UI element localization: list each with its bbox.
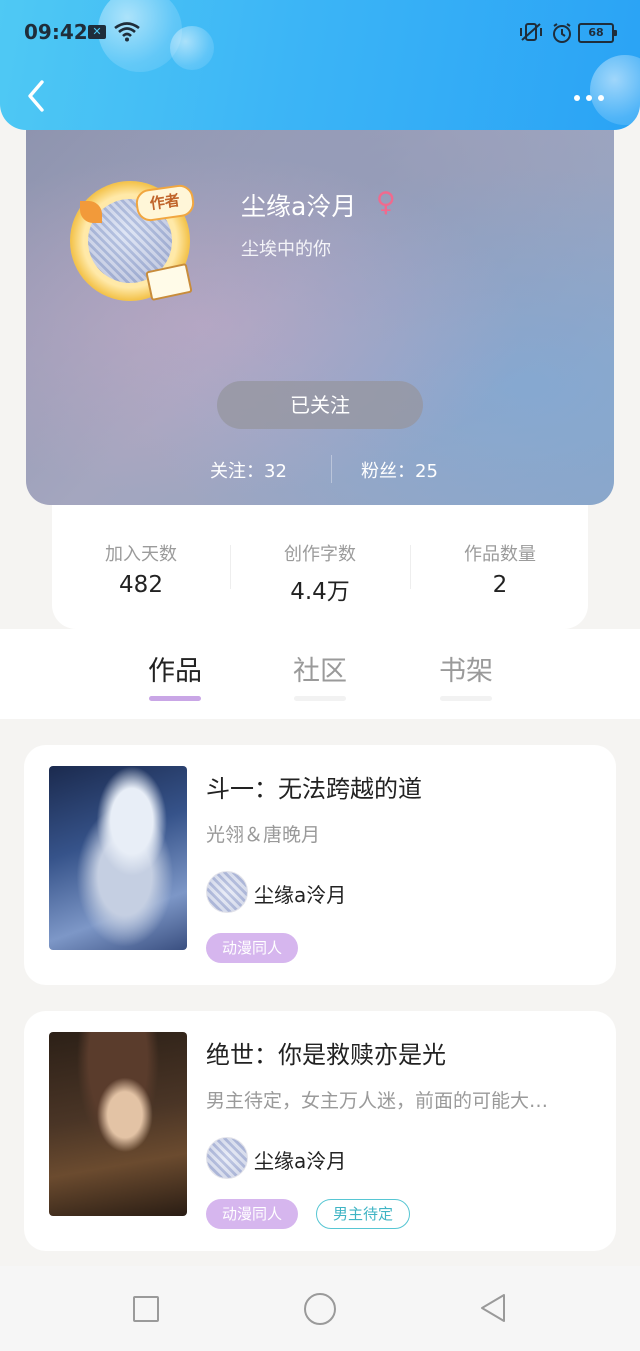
system-nav-bar (0, 1266, 640, 1351)
tab-indicator (294, 696, 346, 701)
more-options-button[interactable] (574, 86, 614, 106)
author-name: 尘缘a泠月 (254, 1149, 347, 1173)
work-card[interactable]: 绝世：你是救赎亦是光 男主待定，女主万人迷，前面的可能大… 尘缘a泠月 动漫同人… (24, 1011, 616, 1251)
nav-back-button[interactable] (478, 1292, 508, 1324)
stat-value: 2 (492, 572, 508, 598)
dot-icon (574, 95, 580, 101)
dot-icon (598, 95, 604, 101)
stat-word-count: 创作字数 4.4万 (231, 540, 409, 606)
stat-label: 创作字数 (284, 544, 356, 565)
decor-bubble (170, 26, 214, 70)
wifi-icon (114, 22, 140, 42)
battery-icon: 68 (578, 23, 617, 43)
stat-label: 作品数量 (464, 544, 536, 565)
following-count[interactable]: 关注：32 (210, 457, 287, 483)
author-avatar (206, 871, 248, 913)
decor-bubble (98, 0, 182, 72)
sim-status-icon: ✕ (88, 25, 106, 39)
work-description: 男主待定，女主万人迷，前面的可能大… (206, 1090, 549, 1112)
alarm-icon (553, 23, 571, 43)
book-cover-image[interactable] (49, 1032, 187, 1216)
status-time: 09:42 (24, 20, 88, 44)
recent-apps-button[interactable] (133, 1296, 159, 1322)
tab-indicator (440, 696, 492, 701)
author-avatar (206, 1137, 248, 1179)
work-title: 绝世：你是救赎亦是光 (206, 1041, 446, 1069)
divider (331, 455, 332, 483)
profile-card: 作者 尘缘a泠月 ♀ 尘埃中的你 已关注 关注：32 粉丝：25 (26, 105, 614, 505)
dot-icon (586, 95, 592, 101)
female-icon: ♀ (376, 187, 396, 218)
home-button[interactable] (304, 1293, 336, 1325)
stat-label: 加入天数 (105, 544, 177, 565)
stat-value: 4.4万 (290, 579, 350, 605)
fans-count[interactable]: 粉丝：25 (361, 457, 438, 483)
tab-works[interactable]: 作品 (125, 649, 225, 688)
top-header: 09:42 ✕ 68 (0, 0, 640, 130)
tab-bar: 作品 社区 书架 (0, 629, 640, 719)
author-name: 尘缘a泠月 (254, 883, 347, 907)
stat-join-days: 加入天数 482 (52, 540, 230, 598)
tab-bookshelf[interactable]: 书架 (416, 649, 516, 688)
stat-value: 482 (119, 572, 163, 598)
work-title: 斗一：无法跨越的道 (206, 775, 422, 803)
tab-indicator (149, 696, 201, 701)
genre-tag[interactable]: 动漫同人 (206, 933, 299, 963)
genre-tag[interactable]: 动漫同人 (206, 1199, 299, 1229)
user-signature: 尘埃中的你 (241, 239, 331, 260)
vibrate-off-icon (520, 23, 542, 41)
work-description: 光翎＆唐晚月 (206, 824, 321, 846)
book-cover-image[interactable] (49, 766, 187, 950)
back-button[interactable] (22, 78, 52, 114)
stat-works-count: 作品数量 2 (411, 540, 589, 598)
status-tag[interactable]: 男主待定 (316, 1199, 411, 1229)
stats-panel: 加入天数 482 创作字数 4.4万 作品数量 2 (52, 495, 588, 629)
user-name: 尘缘a泠月 (241, 192, 357, 221)
work-card[interactable]: 斗一：无法跨越的道 光翎＆唐晚月 尘缘a泠月 动漫同人 (24, 745, 616, 985)
avatar[interactable]: 作者 (70, 175, 202, 307)
tab-community[interactable]: 社区 (270, 649, 370, 688)
followed-button[interactable]: 已关注 (217, 381, 423, 429)
